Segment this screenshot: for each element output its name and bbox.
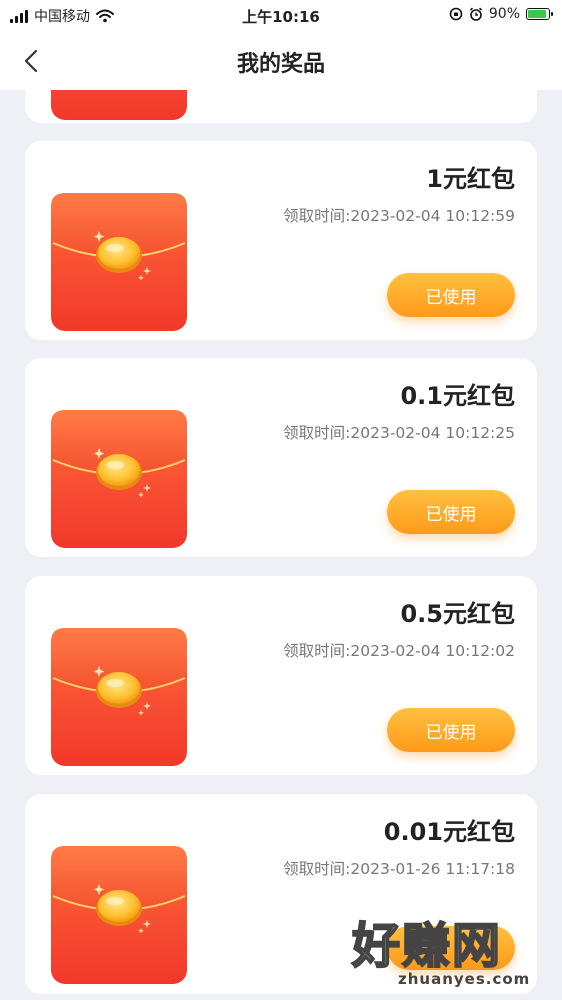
battery-percent: 90% [488,6,520,22]
red-envelope-icon [51,628,187,766]
watermark: 好赚网 zhuanyes.com [351,917,544,988]
used-button[interactable]: 已使用 [387,708,515,752]
orientation-lock-icon [449,7,463,21]
status-right: 90% [449,6,553,22]
prize-card: 0.5元红包 领取时间:2023-02-04 10:12:02 已使用 [25,576,537,775]
battery-icon [526,8,553,20]
red-envelope-icon [51,410,187,548]
page-title: 我的奖品 [236,52,325,77]
red-envelope-icon [51,846,187,984]
watermark-logo: 好赚网 [351,917,503,975]
alarm-icon [469,7,482,21]
used-button[interactable]: 已使用 [387,273,515,317]
watermark-url: zhuanyes.com [398,970,531,988]
nav-bar: 我的奖品 [0,30,562,90]
prize-name: 0.1元红包 [400,382,515,410]
claim-time: 领取时间:2023-02-04 10:12:02 [283,642,515,660]
prize-card: 1元红包 领取时间:2023-02-04 10:12:59 已使用 [25,141,537,340]
prize-name: 1元红包 [426,165,515,193]
prize-name: 0.5元红包 [400,600,515,628]
status-bar: 中国移动 上午10:16 90% [0,0,562,30]
battery-level [528,10,546,18]
prize-card: 0.1元红包 领取时间:2023-02-04 10:12:25 已使用 [25,358,537,557]
used-button[interactable]: 已使用 [387,490,515,534]
red-envelope-icon [51,193,187,331]
claim-time: 领取时间:2023-01-26 11:17:18 [283,860,515,878]
prize-name: 0.01元红包 [383,818,515,846]
claim-time: 领取时间:2023-02-04 10:12:59 [283,207,515,225]
claim-time: 领取时间:2023-02-04 10:12:25 [283,424,515,442]
